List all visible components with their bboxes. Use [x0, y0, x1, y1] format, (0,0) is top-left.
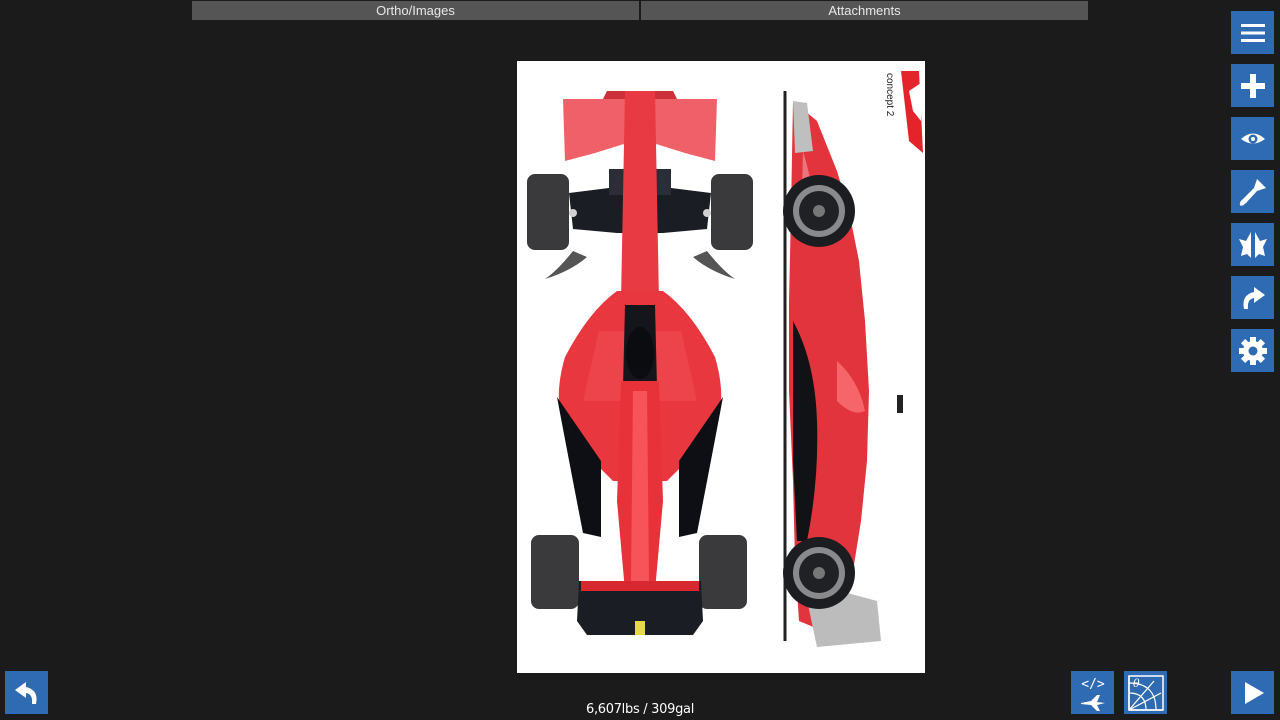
settings-button[interactable] — [1231, 329, 1274, 372]
undo-icon — [14, 681, 37, 704]
xml-editor-button[interactable]: </> — [1071, 671, 1114, 714]
tab-ortho-images[interactable]: Ortho/Images — [192, 1, 639, 20]
tab-bar: Ortho/Images Attachments — [192, 1, 1088, 20]
side-toolbar — [1231, 11, 1274, 382]
symmetry-button[interactable] — [1231, 223, 1274, 266]
ortho-reference-image: concept 2 — [517, 61, 925, 673]
theta-gauge-icon: θ — [1127, 674, 1164, 711]
f1-logo: concept 2 — [884, 71, 923, 153]
gear-icon — [1238, 336, 1267, 365]
logo-text: concept 2 — [884, 73, 895, 117]
code-airplane-icon: </> — [1080, 677, 1105, 711]
tab-attachments[interactable]: Attachments — [641, 1, 1088, 20]
add-icon — [1240, 73, 1265, 98]
side-view-car — [783, 91, 903, 647]
paint-button[interactable] — [1231, 170, 1274, 213]
menu-icon — [1240, 23, 1265, 42]
eye-icon — [1240, 133, 1265, 143]
center-of-mass-button[interactable]: θ — [1124, 671, 1167, 714]
paint-brush-icon — [1239, 178, 1266, 206]
play-button[interactable] — [1231, 671, 1274, 714]
add-part-button[interactable] — [1231, 64, 1274, 107]
weight-fuel-readout: 6,607lbs / 309gal — [585, 702, 695, 717]
view-button[interactable] — [1231, 117, 1274, 160]
top-view-car — [527, 91, 753, 635]
undo-button[interactable] — [5, 671, 48, 714]
symmetry-icon — [1238, 231, 1267, 258]
redo-button[interactable] — [1231, 276, 1274, 319]
svg-text:</>: </> — [1081, 677, 1105, 692]
play-icon — [1244, 681, 1264, 704]
svg-text:θ: θ — [1133, 677, 1140, 690]
menu-button[interactable] — [1231, 11, 1274, 54]
redo-icon — [1242, 286, 1265, 309]
